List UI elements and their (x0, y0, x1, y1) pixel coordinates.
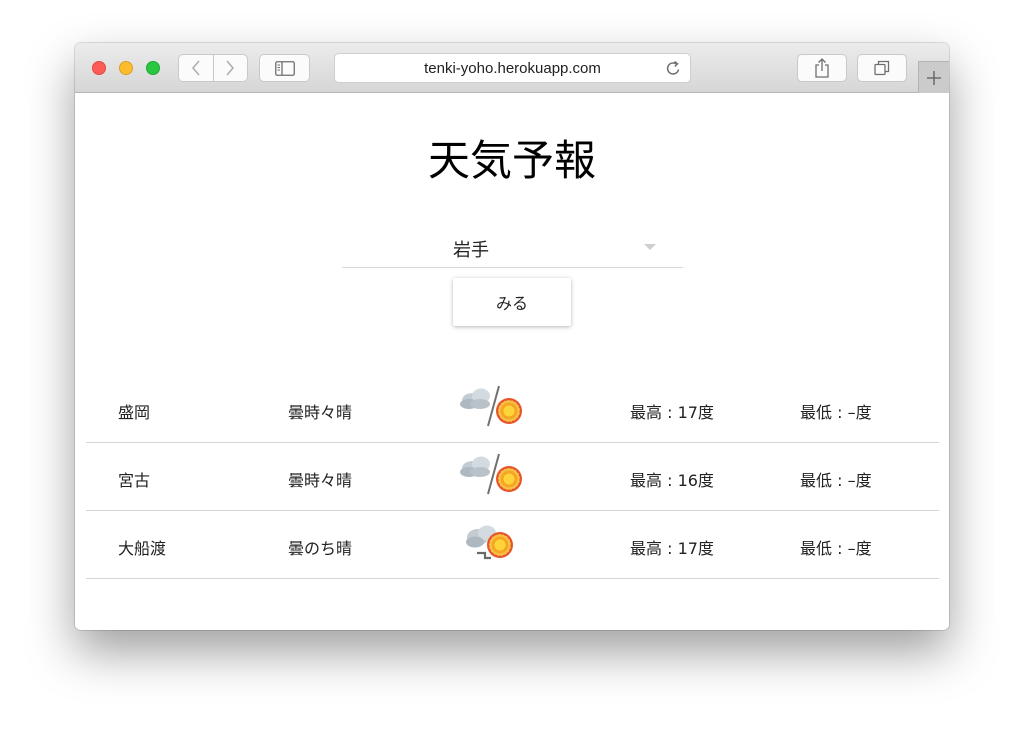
cloudy-then-sunny-icon (466, 525, 513, 560)
cloudy-sometimes-sunny-icon (460, 385, 522, 427)
weather-description: 曇時々晴 (288, 403, 353, 422)
forward-button[interactable] (214, 55, 248, 81)
forecast-table: 盛岡 曇時々晴 最高 : 17度 最低 : –度 宮古 曇時々晴 最高: 16… (86, 375, 939, 579)
view-forecast-button[interactable]: みる (453, 278, 571, 326)
min-temperature: 最低 : –度 (800, 471, 872, 490)
city-name: 宮古 (118, 471, 151, 490)
share-icon (815, 58, 829, 78)
prefecture-select-value: 岩手 (453, 240, 489, 261)
new-tab-button[interactable] (918, 61, 949, 93)
max-temperature: 最高 : 16度 (630, 471, 714, 490)
tabs-icon (874, 60, 890, 76)
weather-description: 曇時々晴 (288, 471, 353, 490)
chevron-right-icon (226, 60, 235, 76)
max-temperature: 最高 : 17度 (630, 539, 714, 558)
prefecture-select[interactable]: 岩手 (342, 231, 683, 268)
share-button[interactable] (797, 54, 847, 82)
sidebar-toggle-button[interactable] (259, 54, 310, 82)
show-tabs-button[interactable] (857, 54, 907, 82)
city-name: 大船渡 (118, 539, 167, 558)
chevron-down-icon (644, 244, 656, 250)
maximize-window-button[interactable] (146, 61, 160, 75)
min-temperature: 最低 : –度 (800, 403, 872, 422)
browser-toolbar: tenki-yoho.herokuapp.com (75, 43, 949, 93)
back-button[interactable] (179, 55, 214, 81)
plus-icon (927, 70, 941, 85)
browser-window: tenki-yoho.herokuapp.com 天気予報 岩手 みる 盛岡 曇… (75, 43, 949, 630)
close-window-button[interactable] (92, 61, 106, 75)
reload-icon[interactable] (665, 60, 682, 77)
cloudy-sometimes-sunny-icon (460, 453, 522, 495)
max-temperature: 最高 : 17度 (630, 403, 714, 422)
min-temperature: 最低 : –度 (800, 539, 872, 558)
weather-description: 曇のち晴 (288, 539, 353, 558)
navigation-buttons (178, 54, 248, 82)
minimize-window-button[interactable] (119, 61, 133, 75)
table-row: 大船渡 曇のち晴 最高 : 17度 最低 : –度 (86, 511, 939, 579)
page-title: 天気予報 (427, 136, 596, 185)
page-content: 天気予報 岩手 みる 盛岡 曇時々晴 最高: 17度 最低: –度 宮古 曇… (75, 93, 949, 630)
table-row: 盛岡 曇時々晴 最高 : 17度 最低 : –度 (86, 375, 939, 443)
address-bar[interactable]: tenki-yoho.herokuapp.com (334, 53, 691, 83)
city-name: 盛岡 (118, 403, 151, 422)
sidebar-icon (274, 60, 295, 76)
table-row: 宮古 曇時々晴 最高 : 16度 最低 : –度 (86, 443, 939, 511)
url-text: tenki-yoho.herokuapp.com (424, 60, 601, 77)
chevron-left-icon (191, 60, 200, 76)
